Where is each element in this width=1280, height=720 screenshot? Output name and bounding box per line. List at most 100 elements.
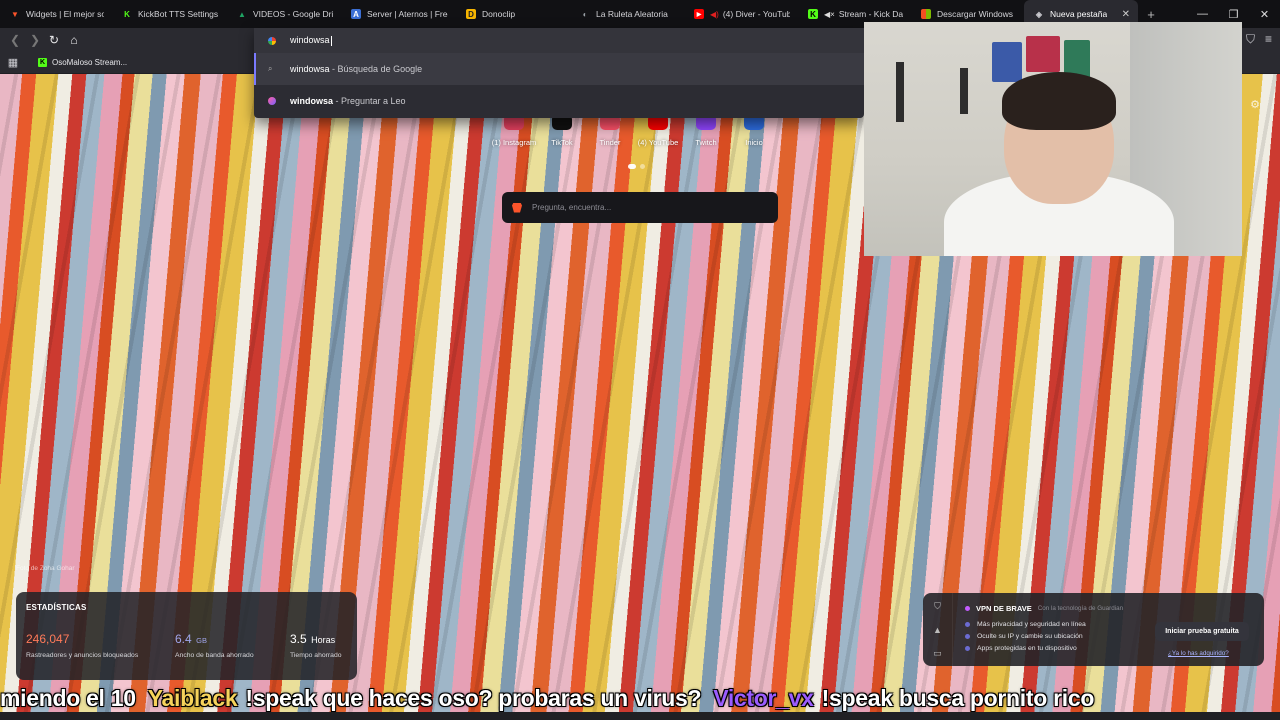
pager-dot[interactable] <box>640 164 645 169</box>
suggestion-google-search[interactable]: ⌕ windowsa - Búsqueda de Google <box>254 53 864 85</box>
bandwidth-value: 6.4 <box>175 632 192 646</box>
shortcut-tinder[interactable]: Tinder <box>592 114 628 147</box>
back-button[interactable]: ❮ <box>7 32 23 48</box>
tab-kickbot[interactable]: K KickBot TTS Settings <box>112 0 227 28</box>
stat-time: 3.5 Horas Tiempo ahorrado <box>290 630 342 659</box>
kickbot-icon: K <box>124 9 130 19</box>
tab-title: Widgets | El mejor soft <box>26 9 104 19</box>
check-icon <box>965 646 970 651</box>
list-item: Más privacidad y seguridad en línea <box>965 621 1086 628</box>
muted-speaker-icon[interactable]: ◀× <box>824 10 835 19</box>
time-value: 3.5 <box>290 632 307 646</box>
tab-google-drive[interactable]: ▲ VIDEOS - Google Drive <box>227 0 341 28</box>
leo-icon <box>268 97 276 105</box>
time-desc: Tiempo ahorrado <box>290 652 342 659</box>
vpn-logo-icon <box>965 606 970 611</box>
bookmark-item[interactable]: K OsoMaloso Stream... <box>38 58 127 67</box>
shortcut-label: (4) YouTube <box>637 138 679 147</box>
shortcut-inicio[interactable]: Inicio <box>736 114 772 147</box>
tab-title: VIDEOS - Google Drive <box>253 9 333 19</box>
shield-icon[interactable]: ⛉ <box>934 601 941 612</box>
forward-button[interactable]: ❯ <box>27 32 43 48</box>
start-trial-button[interactable]: Iniciar prueba gratuita <box>1155 622 1249 641</box>
check-icon <box>965 634 970 639</box>
top-sites-pager <box>628 164 645 169</box>
vpn-shield-icon[interactable]: ⛉ <box>1246 32 1255 47</box>
windows-icon <box>921 9 931 19</box>
shortcut-label: TikTok <box>551 138 573 147</box>
donoclip-icon: D <box>466 9 476 19</box>
suggestion-ask-leo[interactable]: windowsa - Preguntar a Leo <box>254 85 864 117</box>
tab-widgets[interactable]: ▼ Widgets | El mejor soft <box>0 0 112 28</box>
wall-poster <box>1026 36 1060 72</box>
tab-title: Nueva pestaña <box>1050 9 1108 19</box>
suggestion-suffix: - Búsqueda de Google <box>329 64 423 74</box>
tab-youtube[interactable]: ▶ ◀) (4) Diver - YouTube <box>684 0 798 28</box>
stats-widget: ESTADÍSTICAS 246,047 Rastreadores y anun… <box>16 592 357 680</box>
chat-message: miendo el 10 <box>0 684 136 711</box>
tab-title: Descargar Windows 11 <box>937 9 1016 19</box>
leo-search-box[interactable]: Pregunta, encuentra... <box>502 192 778 223</box>
brave-icon: ▼ <box>11 9 19 19</box>
card-icon[interactable]: ▭ <box>933 648 942 659</box>
reload-button[interactable]: ↻ <box>46 32 62 48</box>
omnibox-dropdown: windowsa ⌕ windowsa - Búsqueda de Google… <box>254 28 864 118</box>
tab-aternos[interactable]: A Server | Aternos | Free <box>341 0 456 28</box>
vpn-title: VPN DE BRAVE <box>976 604 1032 613</box>
time-unit: Horas <box>311 635 336 645</box>
shortcut-label: Twitch <box>695 138 717 147</box>
search-icon: ⌕ <box>268 64 273 73</box>
address-bar[interactable]: windowsa <box>254 28 864 53</box>
tab-title: KickBot TTS Settings <box>138 9 219 19</box>
suggestion-query: windowsa <box>290 64 330 74</box>
shortcut-label: Tinder <box>599 138 621 147</box>
bookmark-label: OsoMaloso Stream... <box>52 58 128 67</box>
address-input[interactable]: windowsa <box>290 35 332 46</box>
shortcut-instagram[interactable]: (1) Instagram <box>492 114 536 147</box>
gear-icon[interactable]: ⚙ <box>1250 98 1260 111</box>
stat-bandwidth: 6.4 GB Ancho de banda ahorrado <box>175 630 254 659</box>
home-button[interactable]: ⌂ <box>66 32 82 48</box>
webcam-overlay <box>864 22 1242 256</box>
suggestion-query: windowsa <box>290 96 334 106</box>
toolbar-actions: ⛉ ≡ <box>1246 32 1272 47</box>
shortcut-youtube[interactable]: (4) YouTube <box>637 114 679 147</box>
tab-title: Server | Aternos | Free <box>367 9 448 19</box>
wall-bar <box>896 62 904 122</box>
warning-icon[interactable]: ▲ <box>933 625 942 635</box>
suggestion-suffix: - Preguntar a Leo <box>333 96 406 106</box>
brave-shield-icon: ◈ <box>1035 9 1043 19</box>
speaker-icon[interactable]: ◀) <box>710 10 719 19</box>
tab-title: (4) Diver - YouTube <box>722 9 790 19</box>
shortcut-twitch[interactable]: Twitch <box>688 114 724 147</box>
menu-icon[interactable]: ≡ <box>1265 32 1272 47</box>
pager-dot-active[interactable] <box>628 164 636 169</box>
bandwidth-desc: Ancho de banda ahorrado <box>175 652 254 659</box>
close-window-button[interactable]: ✕ <box>1249 0 1280 28</box>
brave-lion-icon <box>512 202 522 213</box>
ruleta-icon: ◐ <box>582 9 588 19</box>
shortcut-tiktok[interactable]: TikTok <box>544 114 580 147</box>
shortcut-label: Inicio <box>745 138 763 147</box>
stat-trackers: 246,047 Rastreadores y anuncios bloquead… <box>26 630 138 659</box>
apps-grid-icon[interactable]: ▦ <box>0 56 26 69</box>
close-tab-icon[interactable]: ✕ <box>1116 9 1130 20</box>
stats-title: ESTADÍSTICAS <box>26 603 87 612</box>
leo-placeholder: Pregunta, encuentra... <box>532 203 612 212</box>
chat-ticker: miendo el 10 Yaiblack !speak que haces o… <box>0 684 1280 712</box>
new-tab-button[interactable]: + <box>1142 5 1160 23</box>
tab-ruleta[interactable]: ◐ La Ruleta Aleatoria <box>570 0 684 28</box>
already-purchased-link[interactable]: ¿Ya lo has adquirido? <box>1168 650 1229 657</box>
wall-bar <box>960 68 968 114</box>
trackers-value: 246,047 <box>26 632 70 646</box>
google-icon <box>268 36 276 45</box>
tab-title: Stream - Kick Dash <box>838 9 903 19</box>
tab-donoclip[interactable]: D Donoclip <box>456 0 570 28</box>
photo-credit[interactable]: Foto de Zoha Gohar <box>16 565 75 572</box>
kick-icon: K <box>808 9 818 19</box>
chat-message: !speak que haces oso? probaras un virus? <box>245 684 702 711</box>
vpn-header: VPN DE BRAVE Con la tecnología de Guardi… <box>965 604 1123 613</box>
tab-title: La Ruleta Aleatoria <box>596 9 668 19</box>
tab-title: Donoclip <box>482 9 516 19</box>
check-icon <box>965 622 970 627</box>
